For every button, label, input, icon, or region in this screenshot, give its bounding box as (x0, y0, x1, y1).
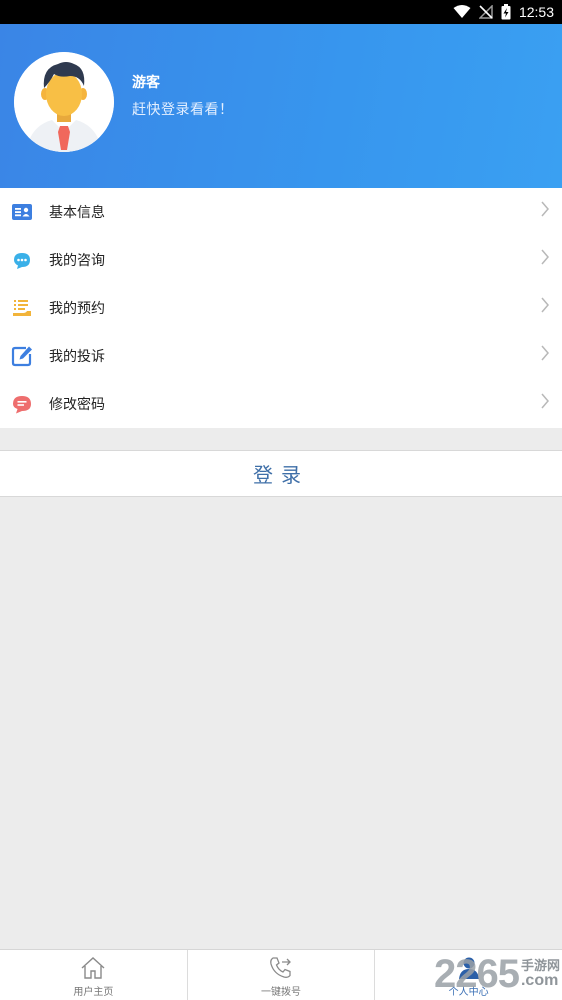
chevron-right-icon (541, 249, 549, 265)
no-signal-icon (478, 5, 493, 19)
status-icons: 12:53 (453, 0, 554, 24)
menu-item-basic-info[interactable]: 基本信息 (0, 188, 562, 236)
watermark-number: 2265 (434, 951, 520, 996)
menu-item-appointment[interactable]: 我的预约 (0, 284, 562, 332)
battery-charging-icon (501, 4, 511, 20)
menu-list: 基本信息 我的咨询 我的预约 我的投诉 修改密码 (0, 188, 562, 428)
login-label: 登录 (253, 463, 309, 487)
id-card-icon (12, 204, 32, 220)
watermark-cn: 手游网 (520, 958, 560, 974)
login-prompt[interactable]: 赶快登录看看！ (132, 99, 234, 119)
chat-bubbles-icon (14, 253, 30, 269)
avatar-man-icon (14, 52, 114, 152)
menu-item-consultation[interactable]: 我的咨询 (0, 236, 562, 284)
menu-item-label: 我的咨询 (49, 253, 105, 269)
message-icon (13, 396, 31, 414)
chevron-right-icon (541, 201, 549, 217)
watermark-com: .com (520, 971, 559, 989)
status-bar: 12:53 (0, 0, 562, 24)
tab-user-home[interactable]: 用户主页 (0, 950, 188, 1000)
tab-label: 用户主页 (73, 987, 114, 998)
tab-label: 一键拨号 (261, 987, 301, 998)
login-button[interactable]: 登录 (0, 450, 562, 497)
chevron-right-icon (541, 297, 549, 313)
menu-item-label: 我的投诉 (49, 349, 105, 365)
phone-icon (270, 957, 291, 978)
wifi-icon (453, 5, 471, 18)
profile-header: 游客 赶快登录看看！ (0, 24, 562, 188)
menu-item-label: 修改密码 (49, 397, 105, 413)
watermark-logo: 2265 手游网 .com (434, 948, 560, 1000)
list-hand-icon (13, 300, 31, 316)
chevron-right-icon (541, 345, 549, 361)
chevron-right-icon (541, 393, 549, 409)
avatar[interactable] (14, 52, 114, 152)
menu-item-label: 我的预约 (49, 301, 105, 317)
watermark-side: 手游网 .com (521, 960, 560, 989)
tab-one-key-dial[interactable]: 一键拨号 (188, 950, 376, 1000)
menu-item-complaint[interactable]: 我的投诉 (0, 332, 562, 380)
menu-item-change-password[interactable]: 修改密码 (0, 380, 562, 428)
home-icon (81, 957, 105, 979)
user-name: 游客 (132, 75, 160, 91)
status-time: 12:53 (518, 4, 554, 20)
edit-pen-icon (11, 346, 32, 367)
menu-item-label: 基本信息 (49, 205, 105, 221)
